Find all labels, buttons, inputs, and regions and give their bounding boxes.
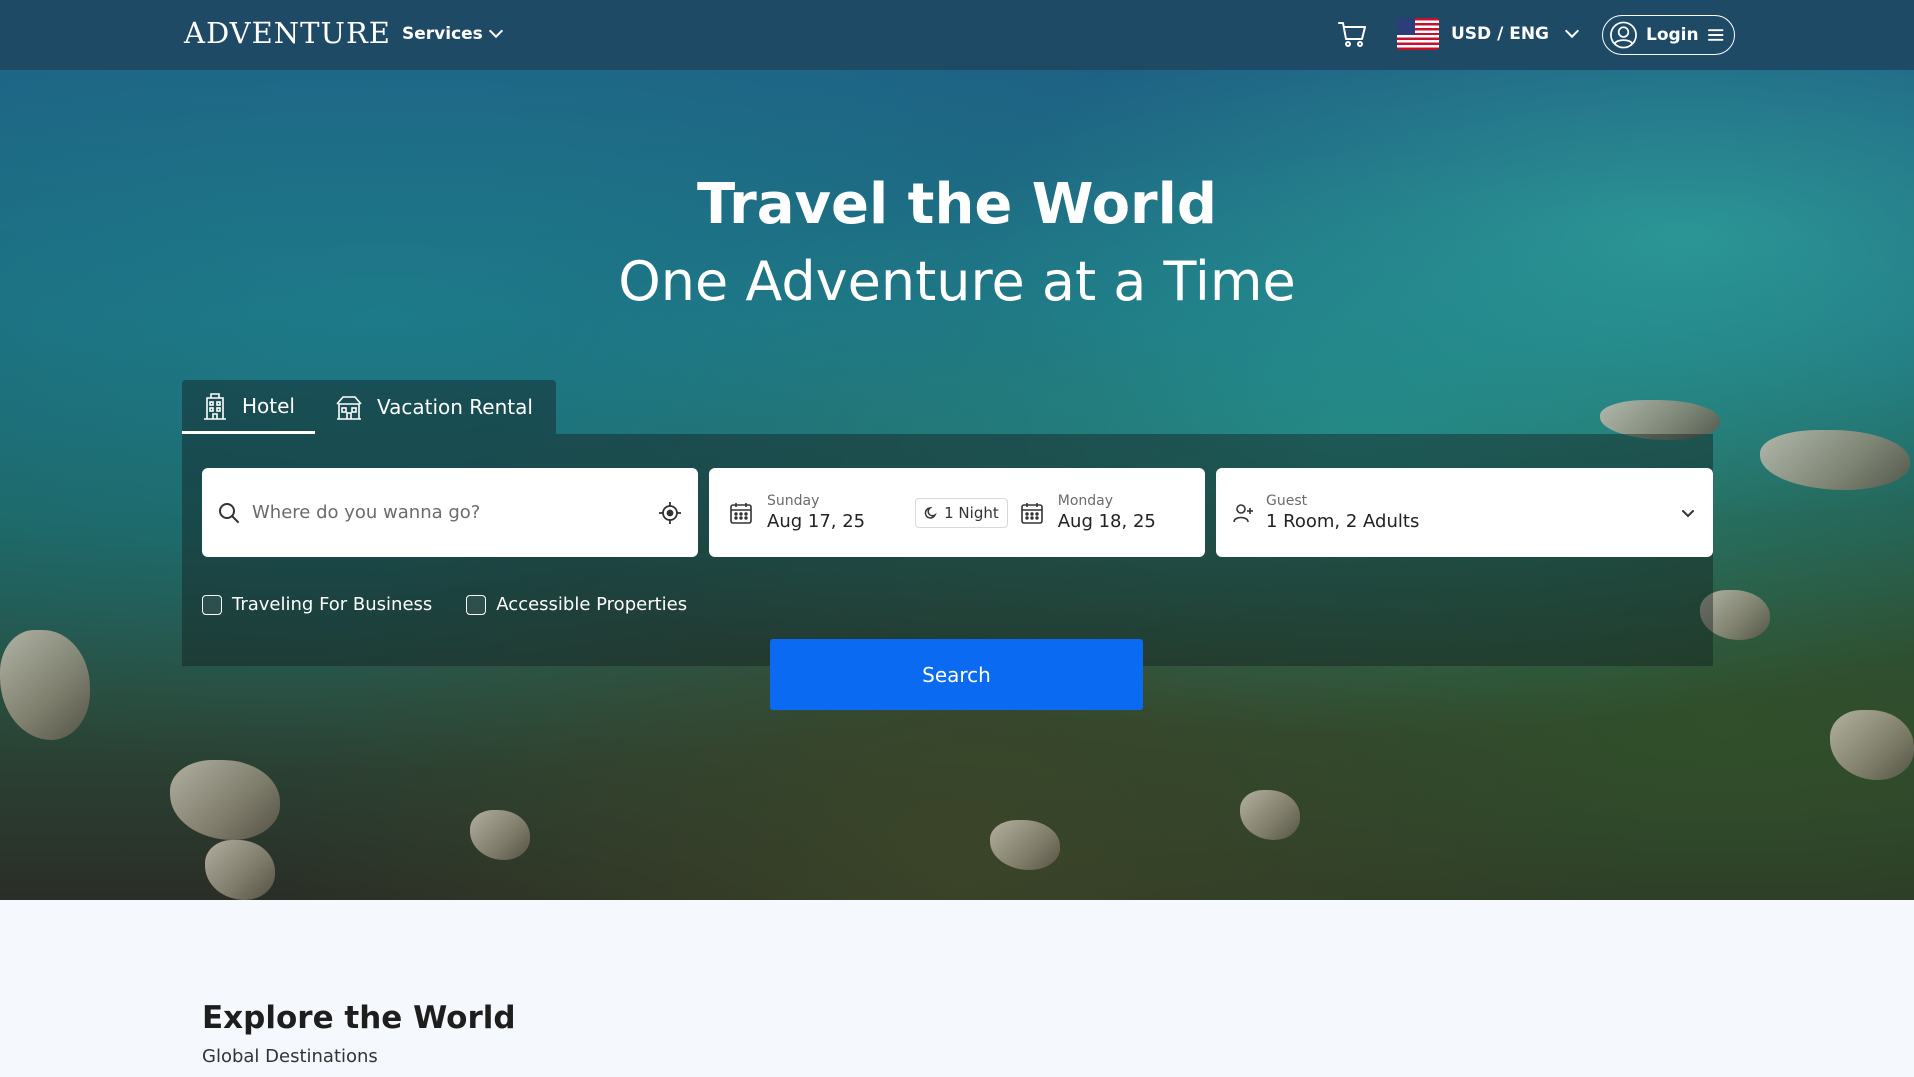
destination-input[interactable] <box>252 502 658 523</box>
tab-hotel[interactable]: Hotel <box>182 380 315 434</box>
hero-section: Travel the World One Adventure at a Time… <box>0 70 1914 900</box>
hero-background-rock <box>0 630 90 740</box>
explore-section: Explore the World Global Destinations <box>0 900 1914 1077</box>
hero-background-rock <box>1240 790 1300 840</box>
explore-subtitle: Global Destinations <box>202 1046 378 1067</box>
currency-label: USD / ENG <box>1451 24 1549 44</box>
chevron-down-icon <box>488 23 503 39</box>
checkin-date[interactable]: Sunday Aug 17, 25 <box>767 493 865 532</box>
guests-icon <box>1233 503 1253 522</box>
nights-badge: 1 Night <box>915 497 1008 528</box>
user-account-icon <box>1610 21 1637 49</box>
checkin-day: Sunday <box>767 493 820 509</box>
booking-type-tabs: Hotel Vacation Rental <box>182 380 556 434</box>
hero-subtitle: One Adventure at a Time <box>618 250 1296 313</box>
business-travel-checkbox[interactable]: Traveling For Business <box>202 594 432 615</box>
tab-vacation-rental-label: Vacation Rental <box>376 395 533 419</box>
cart-icon <box>1338 22 1366 47</box>
tab-vacation-rental[interactable]: Vacation Rental <box>315 380 553 434</box>
search-icon <box>219 502 239 523</box>
cart-button[interactable] <box>1336 18 1368 50</box>
explore-title: Explore the World <box>202 1000 516 1036</box>
menu-icon <box>1707 29 1724 41</box>
hero-background-rock <box>170 760 280 840</box>
currency-language-selector[interactable]: USD / ENG <box>1397 18 1580 50</box>
tab-hotel-label: Hotel <box>242 393 295 418</box>
hero-background-rock <box>1830 710 1914 780</box>
moon-icon <box>924 506 937 519</box>
vacation-rental-icon <box>336 396 362 420</box>
hero-background-rock <box>1760 430 1910 490</box>
services-label: Services <box>402 24 483 44</box>
login-button[interactable]: Login <box>1602 15 1735 55</box>
business-travel-label: Traveling For Business <box>232 594 433 615</box>
nights-label: 1 Night <box>944 503 999 522</box>
hero-background-rock <box>205 840 275 900</box>
checkout-date-value: Aug 18, 25 <box>1057 511 1156 532</box>
guest-value: 1 Room, 2 Adults <box>1266 511 1420 532</box>
current-location-icon[interactable] <box>658 501 682 525</box>
accessible-properties-checkbox[interactable]: Accessible Properties <box>466 594 687 615</box>
services-menu[interactable]: Services <box>402 23 503 44</box>
login-label: Login <box>1645 25 1699 45</box>
calendar-icon <box>730 502 752 524</box>
accessible-properties-label: Accessible Properties <box>496 594 688 615</box>
hero-title: Travel the World <box>697 172 1217 237</box>
checkbox-icon[interactable] <box>466 594 487 615</box>
checkout-day: Monday <box>1057 493 1114 509</box>
hero-background-rock <box>990 820 1060 870</box>
guest-label: Guest <box>1266 493 1308 509</box>
us-flag-icon <box>1397 18 1439 50</box>
checkbox-icon[interactable] <box>202 594 222 615</box>
calendar-icon <box>1020 502 1043 524</box>
search-button[interactable]: Search <box>770 639 1143 710</box>
hero-background-rock <box>470 810 530 860</box>
checkin-date-value: Aug 17, 25 <box>767 511 866 532</box>
chevron-down-icon[interactable] <box>1679 504 1697 522</box>
hotel-icon <box>204 392 226 420</box>
chevron-down-icon <box>1564 23 1580 39</box>
search-options: Traveling For Business Accessible Proper… <box>202 594 687 615</box>
top-navbar: ADVENTURE Services USD / ENG Login <box>0 0 1914 70</box>
destination-field[interactable] <box>202 468 698 557</box>
checkout-date[interactable]: Monday Aug 18, 25 <box>1058 493 1156 532</box>
guest-field[interactable]: Guest 1 Room, 2 Adults <box>1216 468 1713 557</box>
brand-logo[interactable]: ADVENTURE <box>184 16 391 50</box>
search-panel: Sunday Aug 17, 25 1 Night <box>182 434 1713 666</box>
dates-field[interactable]: Sunday Aug 17, 25 1 Night Monday Aug 18,… <box>709 468 1205 557</box>
